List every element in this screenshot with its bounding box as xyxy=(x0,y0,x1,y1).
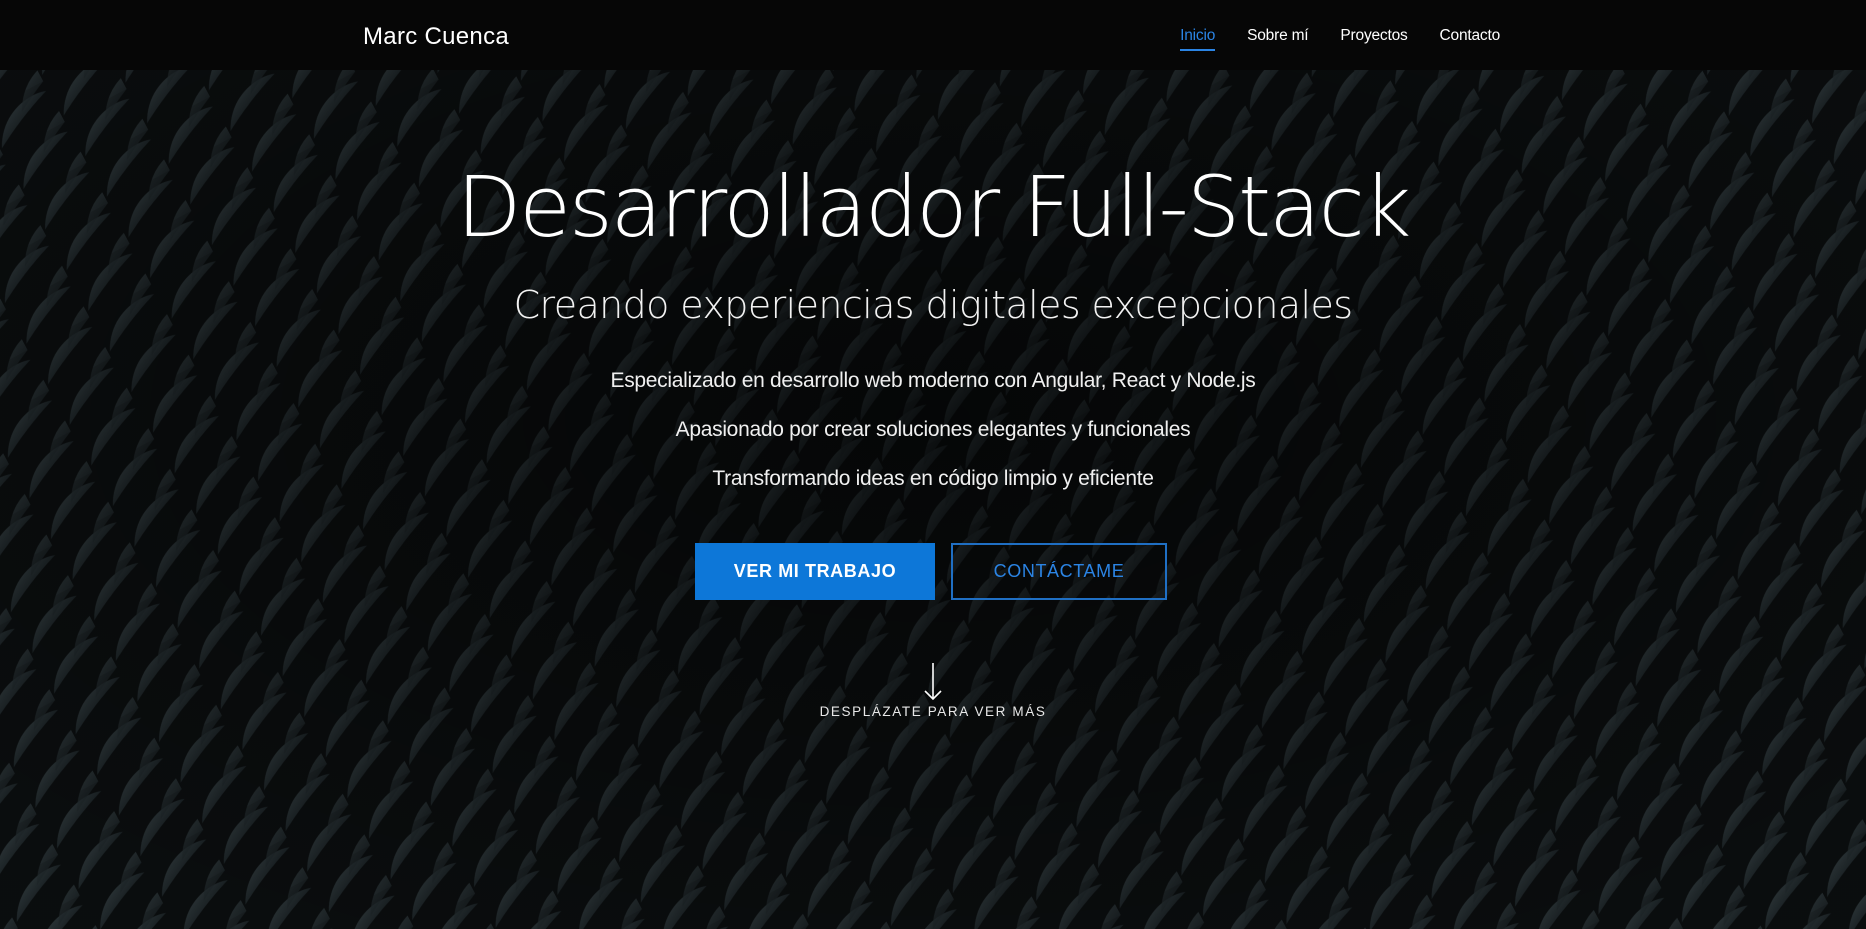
hero-subtitle: Creando experiencias digitales excepcion… xyxy=(513,283,1353,327)
arrow-down-icon xyxy=(924,663,942,701)
hero-title: Desarrollador Full-Stack xyxy=(456,158,1412,256)
contact-me-button[interactable]: CONTÁCTAME xyxy=(951,543,1167,600)
page: Marc Cuenca Inicio Sobre mí Proyectos Co… xyxy=(0,0,1866,929)
brand-logo-link[interactable]: Marc Cuenca xyxy=(363,23,509,51)
nav-links: Inicio Sobre mí Proyectos Contacto xyxy=(1148,27,1501,51)
hero-description-line: Transformando ideas en código limpio y e… xyxy=(712,467,1154,490)
nav-link-proyectos[interactable]: Proyectos xyxy=(1340,27,1407,49)
nav-link-contacto[interactable]: Contacto xyxy=(1440,27,1501,49)
view-work-button[interactable]: VER MI TRABAJO xyxy=(695,543,935,600)
scroll-hint-label: DESPLÁZATE PARA VER MÁS xyxy=(819,704,1047,719)
hero-section: Desarrollador Full-Stack Creando experie… xyxy=(0,0,1866,929)
nav-link-sobre-mi[interactable]: Sobre mí xyxy=(1247,27,1308,49)
top-navbar: Marc Cuenca Inicio Sobre mí Proyectos Co… xyxy=(0,0,1866,70)
nav-link-inicio[interactable]: Inicio xyxy=(1180,27,1215,51)
hero-description-line: Apasionado por crear soluciones elegante… xyxy=(675,418,1191,441)
hero-description-line: Especializado en desarrollo web moderno … xyxy=(610,369,1256,392)
scroll-down-hint[interactable]: DESPLÁZATE PARA VER MÁS xyxy=(0,662,1866,719)
